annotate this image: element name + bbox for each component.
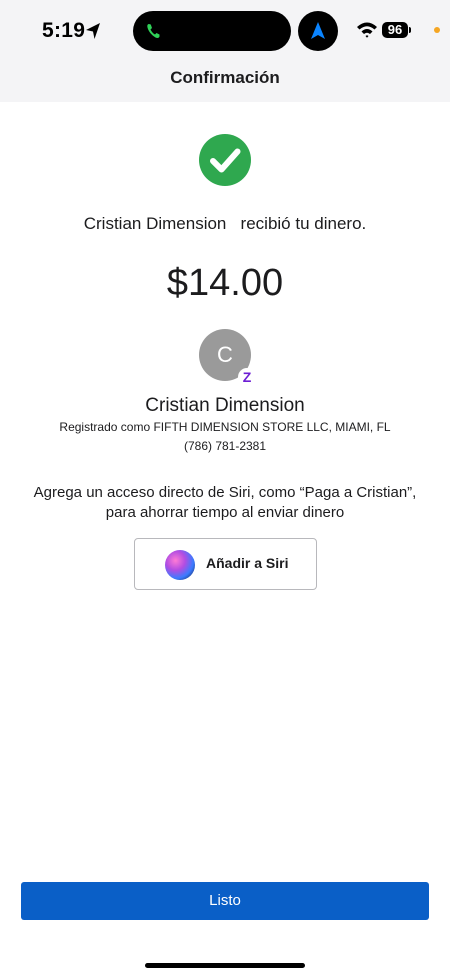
recipient-phone: (786) 781-2381 — [183, 439, 267, 453]
battery-icon: 96 — [382, 20, 412, 40]
done-button[interactable]: Listo — [21, 882, 429, 920]
siri-icon — [165, 550, 195, 580]
wifi-icon — [357, 22, 377, 38]
clock: 5:19 — [42, 19, 86, 42]
location-arrow-icon — [86, 23, 100, 39]
page-title: Confirmación — [170, 68, 280, 87]
navigation-indicator[interactable] — [298, 11, 338, 51]
navigation-icon — [311, 22, 325, 39]
recipient-message: Cristian Dimension recibió tu dinero. — [83, 214, 367, 233]
phone-icon — [147, 24, 160, 39]
battery-level: 96 — [382, 22, 408, 38]
battery-tip — [409, 27, 411, 33]
siri-shortcut-text: Agrega un acceso directo de Siri, como “… — [0, 483, 450, 523]
checkmark-circle-icon — [199, 134, 251, 186]
siri-text-line-2: para ahorrar tiempo al enviar dinero — [105, 504, 345, 521]
privacy-indicator-dot — [434, 27, 440, 33]
registered-as: Registrado como FIFTH DIMENSION STORE LL… — [59, 420, 391, 434]
siri-text-line-1: Agrega un acceso directo de Siri, como “… — [33, 484, 417, 501]
add-to-siri-button[interactable]: Añadir a Siri — [134, 538, 317, 590]
home-indicator[interactable] — [145, 963, 305, 968]
recipient-name: Cristian Dimension — [145, 395, 305, 416]
status-bar: 5:19 96 — [0, 0, 450, 60]
add-to-siri-label: Añadir a Siri — [206, 555, 289, 571]
zelle-badge-icon: Z — [238, 368, 256, 386]
amount: $14.00 — [166, 262, 284, 304]
